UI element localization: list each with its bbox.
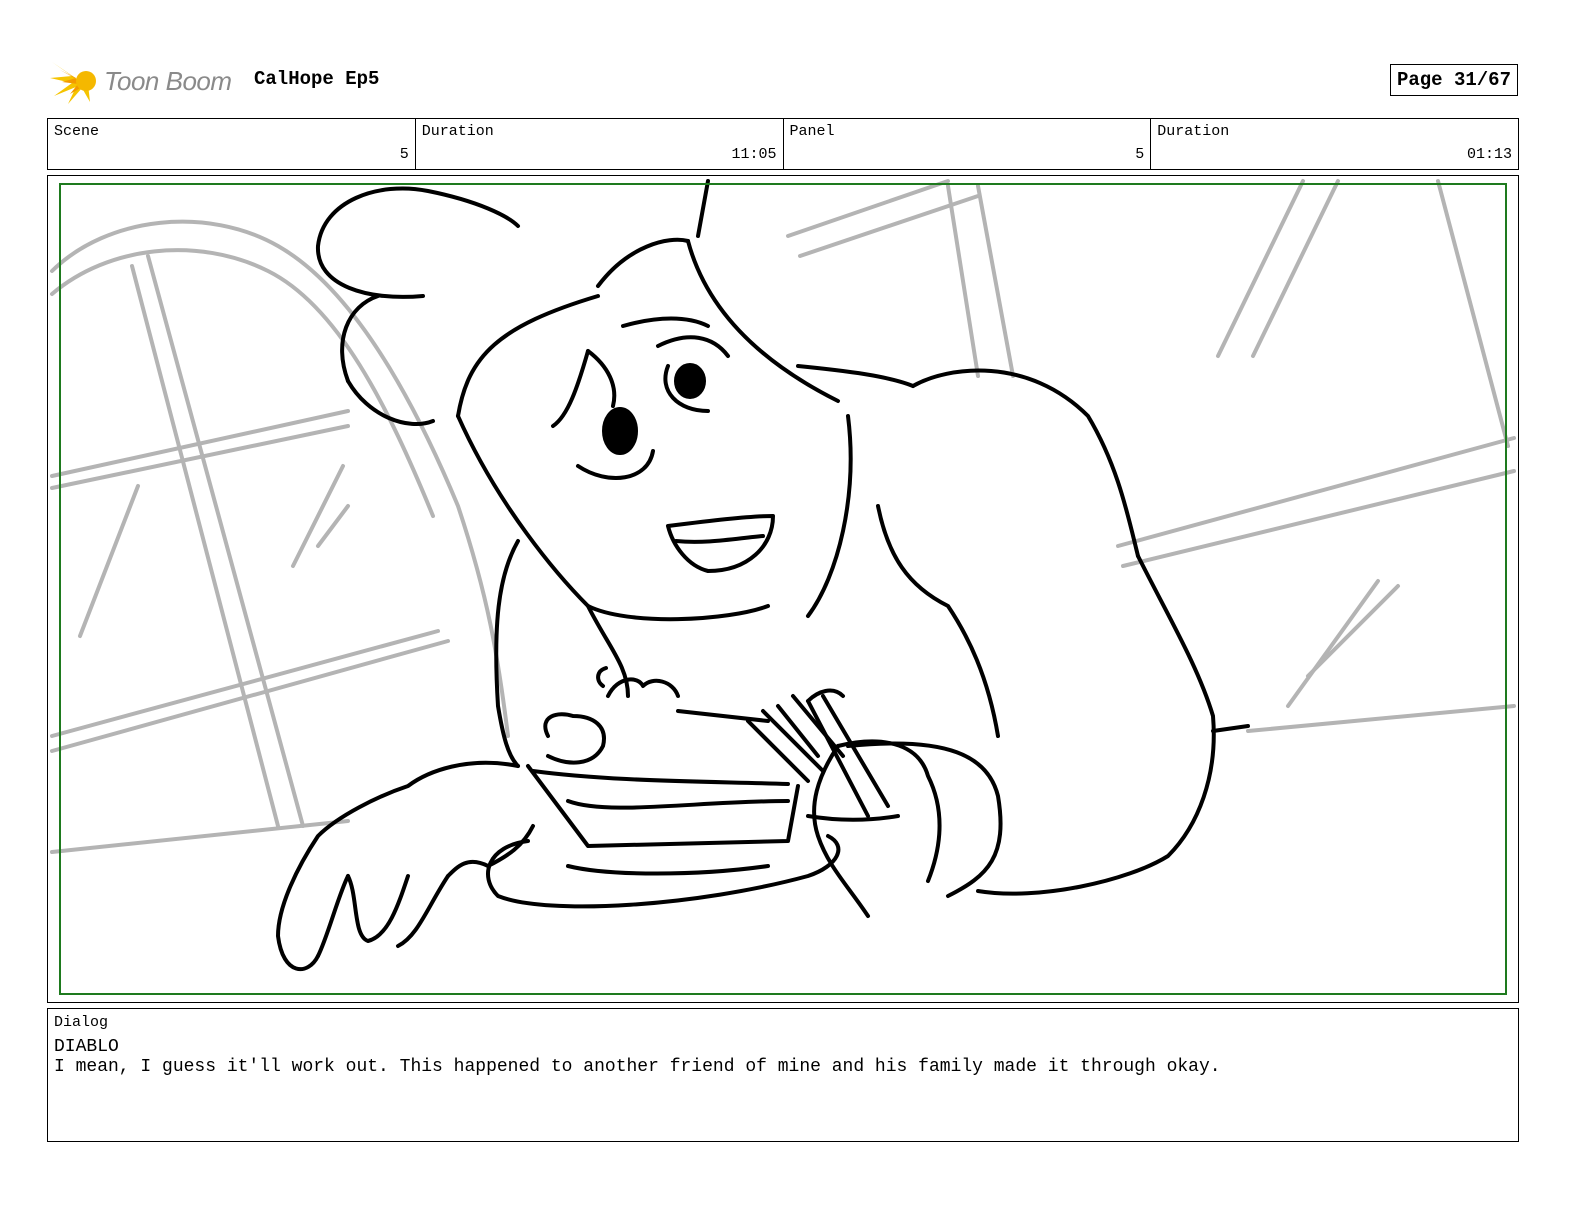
logo-text: Toon Boom <box>104 66 232 96</box>
panel-duration-value: 01:13 <box>1466 146 1512 163</box>
page-header: Toon Boom CalHope Ep5 Page 31/67 <box>48 52 1536 108</box>
panel-duration-cell: Duration 01:13 <box>1151 119 1518 169</box>
toon-boom-logo: Toon Boom <box>50 56 240 106</box>
scene-cell: Scene 5 <box>48 119 416 169</box>
panel-cell: Panel 5 <box>784 119 1152 169</box>
panel-value: 5 <box>1135 146 1145 163</box>
scene-value: 5 <box>399 146 409 163</box>
starburst-icon <box>50 62 96 104</box>
scene-duration-cell: Duration 11:05 <box>416 119 784 169</box>
panel-duration-label: Duration <box>1157 123 1230 140</box>
scene-label: Scene <box>54 123 100 140</box>
scene-duration-label: Duration <box>421 123 494 140</box>
safe-area-frame <box>59 183 1507 995</box>
dialog-label: Dialog <box>54 1014 109 1031</box>
panel-label: Panel <box>789 123 835 140</box>
page-number: Page 31/67 <box>1389 64 1518 96</box>
project-title: CalHope Ep5 <box>254 68 380 90</box>
dialog-speaker: DIABLO <box>54 1037 119 1057</box>
info-row: Scene 5 Duration 11:05 Panel 5 Duration … <box>47 118 1519 170</box>
dialog-line: I mean, I guess it'll work out. This hap… <box>54 1057 1221 1077</box>
panel-image-frame <box>47 175 1519 1003</box>
dialog-box: Dialog DIABLO I mean, I guess it'll work… <box>47 1008 1519 1142</box>
scene-duration-value: 11:05 <box>731 146 777 163</box>
